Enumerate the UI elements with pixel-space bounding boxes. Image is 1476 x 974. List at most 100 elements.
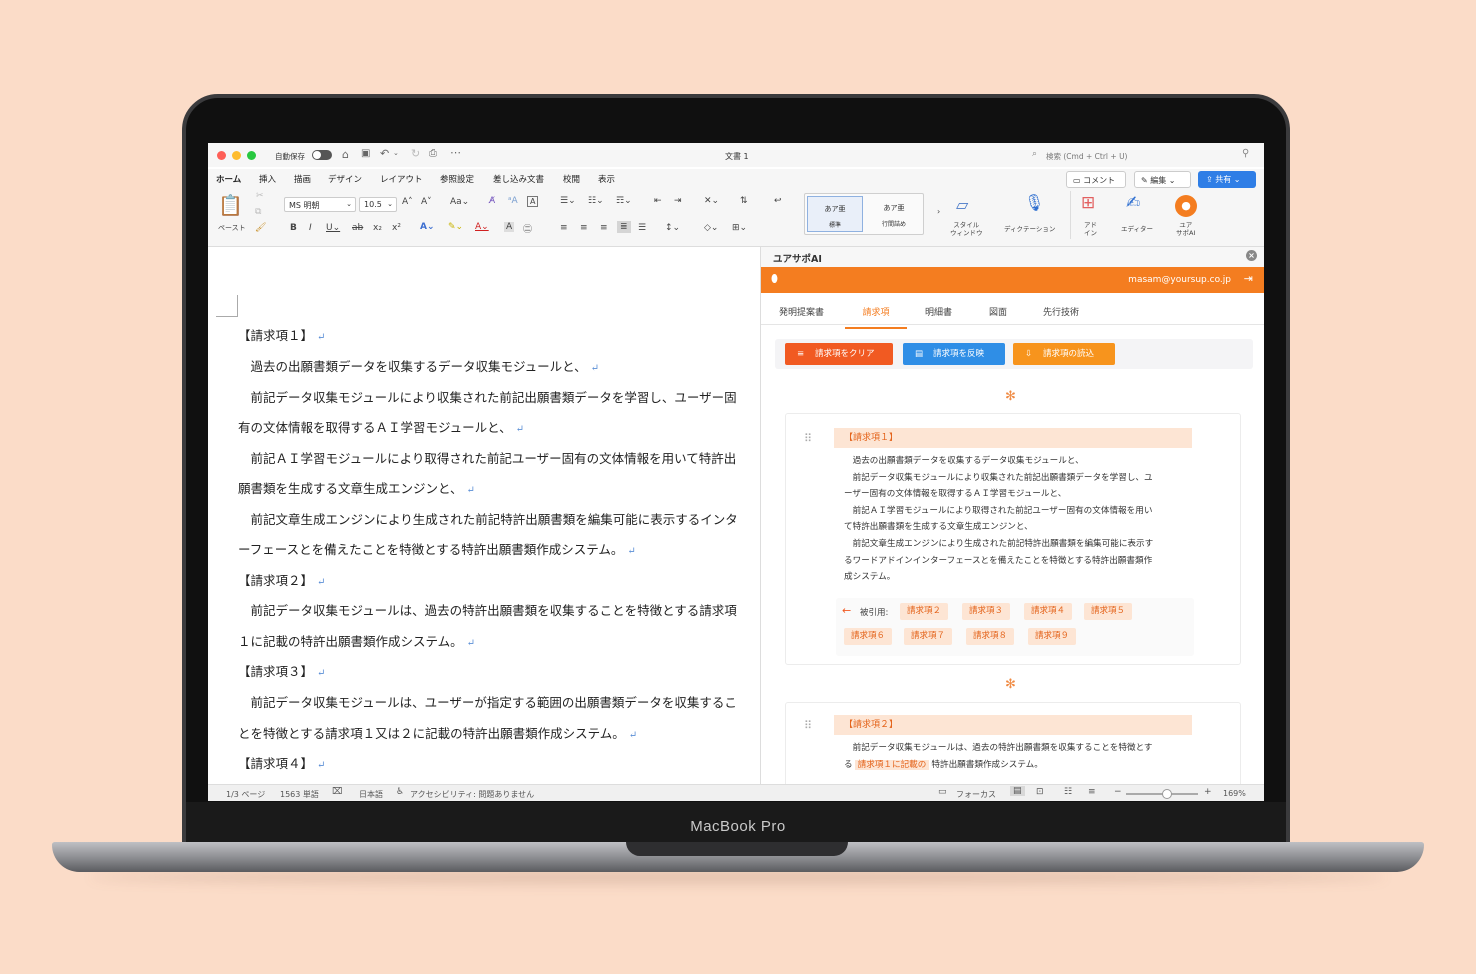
styles-pane-icon[interactable]: ▱ (956, 195, 968, 214)
cited-claim-chip[interactable]: 請求項８ (966, 628, 1015, 645)
tab-mailings[interactable]: 差し込み文書 (493, 173, 544, 185)
load-claims-button[interactable]: ⇩ 請求項の読込 (1013, 343, 1115, 365)
format-painter-icon[interactable]: 🖌 (255, 223, 266, 233)
bullets-icon[interactable]: ☰⌄ (560, 196, 576, 206)
undo-dropdown-icon[interactable]: ⌄ (393, 149, 399, 157)
cited-claim-chip[interactable]: 請求項３ (962, 603, 1011, 620)
tab-specification[interactable]: 明細書 (925, 305, 952, 318)
phonetic-guide-icon[interactable]: ᵃA (508, 196, 518, 206)
styles-more-icon[interactable]: › (937, 207, 940, 216)
sort-icon[interactable]: ⇅ (740, 196, 748, 206)
focus-button[interactable]: フォーカス (956, 789, 996, 800)
tab-design[interactable]: デザイン (328, 173, 362, 185)
cut-icon[interactable]: ✂ (256, 191, 264, 201)
subscript-button[interactable]: x₂ (373, 223, 382, 233)
redo-icon[interactable]: ↻ (411, 147, 420, 160)
account-icon[interactable]: ⚲ (1242, 148, 1249, 159)
zoom-out-button[interactable]: − (1114, 787, 1122, 797)
tab-layout[interactable]: レイアウト (380, 173, 423, 185)
multilevel-list-icon[interactable]: ☶⌄ (616, 196, 632, 206)
print-layout-icon[interactable]: ▤ (1010, 786, 1025, 796)
cited-claim-chip[interactable]: 請求項２ (900, 603, 949, 620)
search-input[interactable]: 検索 (Cmd + Ctrl + U) (1046, 151, 1127, 162)
tab-prior-art[interactable]: 先行技術 (1043, 305, 1079, 318)
distributed-icon[interactable]: ☰ (638, 223, 646, 233)
highlight-icon[interactable]: ✎⌄ (448, 222, 463, 232)
proofing-icon[interactable]: ⌧ (332, 787, 342, 797)
borders-icon[interactable]: ⊞⌄ (732, 223, 747, 233)
tab-references[interactable]: 参照設定 (440, 173, 474, 185)
bold-button[interactable]: B (290, 223, 297, 233)
drag-handle-icon[interactable]: ⠿ (804, 432, 812, 445)
character-border-icon[interactable]: A (527, 196, 539, 207)
change-case-icon[interactable]: Aa⌄ (450, 197, 469, 207)
cited-claim-chip[interactable]: 請求項９ (1028, 628, 1077, 645)
enclose-characters-icon[interactable]: ㊁ (523, 222, 532, 235)
shading-icon[interactable]: ◇⌄ (704, 223, 718, 233)
font-name-select[interactable]: MS 明朝 ⌄ (284, 197, 356, 212)
zoom-window-button[interactable] (247, 151, 256, 160)
align-left-icon[interactable]: ≡ (560, 223, 568, 233)
clear-format-icon[interactable]: A̸ (489, 196, 495, 206)
draft-view-icon[interactable]: ≡ (1088, 787, 1096, 797)
add-claim-icon[interactable]: ✻ (1005, 389, 1016, 404)
document-canvas[interactable]: 【請求項１】 ↵ 過去の出願書類データを収集するデータ収集モジュールと、 ↵ 前記デ… (208, 247, 760, 784)
web-layout-icon[interactable]: ⊡ (1036, 787, 1044, 797)
show-formatting-icon[interactable]: ↩ (774, 196, 782, 206)
yoursup-ai-icon[interactable]: ● (1175, 195, 1197, 217)
drag-handle-icon[interactable]: ⠿ (804, 719, 812, 732)
autosave-toggle[interactable] (312, 150, 332, 160)
cited-claim-chip[interactable]: 請求項７ (904, 628, 953, 645)
minimize-window-button[interactable] (232, 151, 241, 160)
microphone-icon[interactable]: 🎙 (1024, 193, 1044, 212)
clear-claims-button[interactable]: ≡ 請求項をクリア (785, 343, 893, 365)
text-effects-icon[interactable]: A⌄ (420, 222, 435, 232)
close-pane-icon[interactable]: × (1246, 250, 1257, 261)
numbering-icon[interactable]: ☷⌄ (588, 196, 604, 206)
cited-claim-chip[interactable]: 請求項４ (1024, 603, 1073, 620)
undo-icon[interactable]: ↶ (380, 147, 389, 160)
save-icon[interactable]: ▣ (361, 148, 370, 159)
language-label[interactable]: 日本語 (359, 789, 383, 800)
paste-icon[interactable]: 📋 (218, 193, 243, 217)
cited-claim-chip[interactable]: 請求項６ (844, 628, 893, 645)
superscript-button[interactable]: x² (392, 223, 401, 233)
add-claim-icon[interactable]: ✻ (1005, 677, 1016, 692)
tab-review[interactable]: 校閲 (563, 173, 580, 185)
add-ins-icon[interactable]: ⊞ (1081, 193, 1095, 213)
tab-draw[interactable]: 描画 (294, 173, 311, 185)
decrease-indent-icon[interactable]: ⇤ (654, 196, 662, 206)
word-count[interactable]: 1563 単語 (280, 789, 319, 800)
style-normal[interactable]: あア亜 標準 (807, 196, 863, 232)
shrink-font-icon[interactable]: A˅ (421, 197, 432, 207)
tab-insert[interactable]: 挿入 (259, 173, 276, 185)
font-color-icon[interactable]: A⌄ (475, 222, 489, 232)
align-right-icon[interactable]: ≡ (600, 223, 608, 233)
zoom-slider[interactable] (1126, 789, 1198, 799)
grow-font-icon[interactable]: A˄ (402, 197, 413, 207)
reflect-claims-button[interactable]: ▤ 請求項を反映 (903, 343, 1005, 365)
comment-button[interactable]: ▭ コメント (1066, 171, 1126, 188)
page-count[interactable]: 1/3 ページ (226, 789, 265, 800)
tab-view[interactable]: 表示 (598, 173, 615, 185)
italic-button[interactable]: I (309, 223, 312, 233)
outline-view-icon[interactable]: ☷ (1064, 787, 1072, 797)
more-icon[interactable]: ⋯ (450, 146, 461, 159)
home-icon[interactable]: ⌂ (342, 148, 349, 161)
tab-invention-proposal[interactable]: 発明提案書 (779, 305, 824, 318)
tab-drawings[interactable]: 図面 (989, 305, 1007, 318)
underline-button[interactable]: U⌄ (326, 223, 340, 233)
editor-icon[interactable]: ✍ (1126, 193, 1140, 213)
accessibility-status[interactable]: アクセシビリティ: 問題ありません (410, 789, 534, 800)
logout-icon[interactable]: ⇥ (1244, 272, 1253, 285)
close-window-button[interactable] (217, 151, 226, 160)
justify-icon[interactable]: ≣ (617, 221, 631, 233)
share-button[interactable]: ⇪ 共有 ⌄ (1198, 171, 1256, 188)
copy-icon[interactable]: ⧉ (255, 207, 261, 217)
line-spacing-icon[interactable]: ↕⌄ (665, 223, 680, 233)
character-shading-icon[interactable]: A (504, 222, 515, 232)
style-no-spacing[interactable]: あア亜 行間詰め (867, 196, 921, 232)
zoom-level[interactable]: 169% (1223, 789, 1246, 798)
zoom-in-button[interactable]: + (1204, 787, 1212, 797)
increase-indent-icon[interactable]: ⇥ (674, 196, 682, 206)
